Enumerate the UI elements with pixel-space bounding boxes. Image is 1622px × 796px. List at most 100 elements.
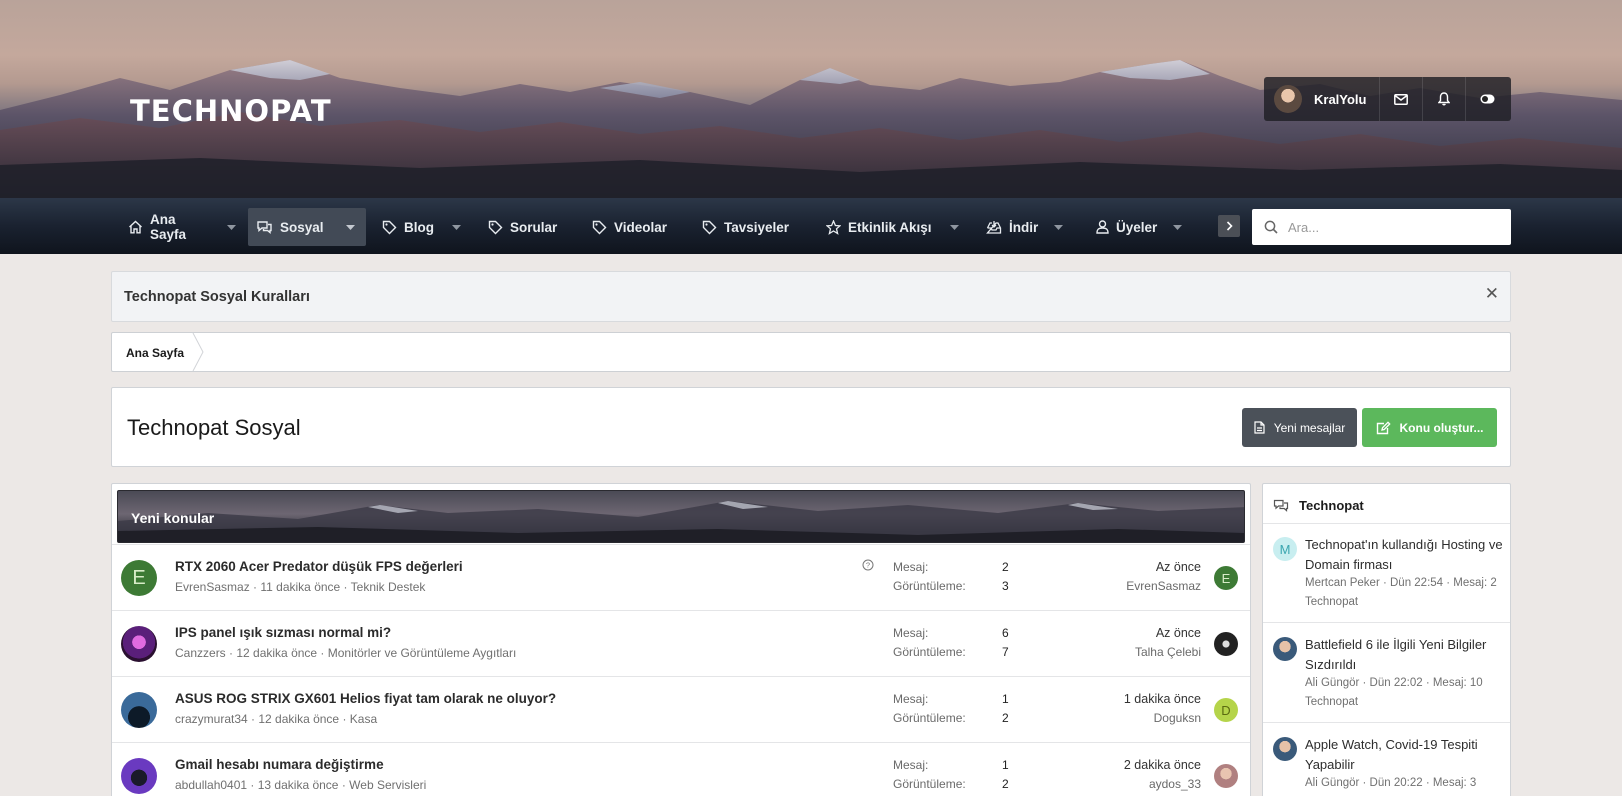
nav-label-members: Üyeler [1116, 219, 1158, 235]
avatar[interactable] [1273, 637, 1297, 661]
nav-item-members[interactable]: Üyeler [1088, 208, 1192, 246]
last-post-time[interactable]: Az önce [1156, 560, 1201, 574]
thread-forum[interactable]: Kasa [350, 712, 377, 726]
views-label: Görüntüleme: [893, 579, 966, 593]
avatar[interactable] [121, 692, 157, 728]
views-count: 3 [1002, 579, 1009, 593]
alerts-button[interactable] [1423, 77, 1466, 121]
thread-title[interactable]: ASUS ROG STRIX GX601 Helios fiyat tam ol… [175, 691, 556, 706]
sidebar-title[interactable]: Technopat [1299, 498, 1364, 513]
breadcrumb-home[interactable]: Ana Sayfa [126, 346, 184, 360]
sidebar-widget: Technopat M Technopat'ın kullandığı Host… [1262, 483, 1511, 796]
chevron-down-icon[interactable] [227, 224, 236, 230]
nav-item-recommendations[interactable]: Tavsiyeler [694, 208, 818, 246]
avatar[interactable]: E [121, 560, 157, 596]
thread-author[interactable]: EvrenSasmaz [175, 580, 250, 594]
create-thread-button[interactable]: Konu oluştur... [1362, 408, 1497, 447]
thread-forum[interactable]: Teknik Destek [351, 580, 426, 594]
theme-toggle-button[interactable] [1466, 77, 1509, 121]
last-post-time[interactable]: 1 dakika önce [1124, 692, 1201, 706]
thread-title[interactable]: RTX 2060 Acer Predator düşük FPS değerle… [175, 559, 463, 574]
thread-forum[interactable]: Web Servisleri [349, 778, 426, 792]
divider [1263, 523, 1510, 524]
page-title: Technopat Sosyal [127, 415, 301, 440]
nav-label-activity: Etkinlik Akışı [848, 219, 932, 235]
thread-age: 13 dakika önce [257, 778, 339, 792]
new-messages-label: Yeni mesajlar [1273, 420, 1346, 435]
chevron-right-icon [1226, 221, 1233, 231]
chevron-down-icon[interactable] [949, 224, 959, 230]
thread-forum[interactable]: Monitörler ve Görüntüleme Aygıtları [328, 646, 517, 660]
sidebar-thread-forum[interactable]: Technopat [1305, 696, 1358, 708]
sidebar-thread-forum[interactable]: Technopat [1305, 596, 1358, 608]
search-input[interactable] [1288, 219, 1488, 235]
account-menu[interactable]: KralYolu [1264, 77, 1380, 121]
edit-icon [1376, 420, 1391, 435]
avatar[interactable] [121, 758, 157, 794]
nav-item-downloads[interactable]: İndir [978, 208, 1084, 246]
nav-item-activity[interactable]: Etkinlik Akışı [818, 208, 978, 246]
notice-title[interactable]: Technopat Sosyal Kuralları [124, 289, 310, 305]
thread-author[interactable]: crazymurat34 [175, 712, 248, 726]
nav-item-questions[interactable]: Sorular [480, 208, 584, 246]
nav-item-home[interactable]: Ana Sayfa [120, 208, 244, 246]
last-post-user[interactable]: EvrenSasmaz [1126, 579, 1201, 593]
nav-scroll-right-button[interactable] [1218, 215, 1240, 237]
document-icon [1254, 421, 1265, 434]
nav-item-blog[interactable]: Blog [374, 208, 474, 246]
chevron-down-icon[interactable] [1173, 224, 1183, 230]
avatar[interactable] [121, 626, 157, 662]
block-title[interactable]: Yeni konular [131, 510, 214, 526]
chevron-down-icon[interactable] [1054, 224, 1064, 230]
nav-label-downloads: İndir [1009, 219, 1039, 235]
create-thread-label: Konu oluştur... [1399, 420, 1484, 435]
avatar[interactable] [1273, 737, 1297, 761]
thread-author[interactable]: abdullah0401 [175, 778, 247, 792]
views-count: 2 [1002, 777, 1009, 791]
nav-item-videos[interactable]: Videolar [584, 208, 694, 246]
avatar-letter: D [1221, 702, 1231, 718]
nav-label-recommendations: Tavsiyeler [724, 219, 790, 235]
table-row: E RTX 2060 Acer Predator düşük FPS değer… [112, 544, 1250, 610]
thread-title[interactable]: Gmail hesabı numara değiştirme [175, 757, 384, 772]
chevron-down-icon[interactable] [452, 224, 461, 230]
last-post-avatar[interactable] [1214, 632, 1238, 656]
thread-age: 12 dakika önce [258, 712, 340, 726]
last-post-avatar[interactable]: E [1214, 566, 1238, 590]
header-banner: TECHNOPAT KralYolu [0, 0, 1622, 198]
avatar-letter: E [1221, 570, 1231, 586]
last-post-user[interactable]: aydos_33 [1149, 777, 1201, 791]
thread-author[interactable]: Canzzers [175, 646, 226, 660]
new-messages-button[interactable]: Yeni mesajlar [1242, 408, 1357, 447]
inbox-button[interactable] [1380, 77, 1423, 121]
site-logo[interactable]: TECHNOPAT [130, 94, 332, 128]
avatar[interactable]: M [1273, 537, 1297, 561]
close-icon[interactable]: ✕ [1485, 284, 1499, 304]
thread-meta: abdullah0401 · 13 dakika önce · Web Serv… [175, 778, 427, 792]
last-post-time[interactable]: 2 dakika önce [1124, 758, 1201, 772]
nav-label-videos: Videolar [614, 219, 668, 235]
divider [1263, 722, 1510, 723]
inbox-download-icon [986, 220, 1002, 235]
nav-label-blog: Blog [404, 219, 434, 235]
thread-title[interactable]: IPS panel ışık sızması normal mi? [175, 625, 391, 640]
replies-label: Mesaj: [893, 626, 929, 640]
sidebar-thread-title[interactable]: Technopat'ın kullandığı Hosting ve Domai… [1305, 535, 1505, 575]
star-icon [826, 219, 841, 235]
new-threads-block: Yeni konular E RTX 2060 Acer Predator dü… [111, 483, 1251, 796]
last-post-user[interactable]: Doguksn [1154, 711, 1201, 725]
sidebar-thread-title[interactable]: Battlefield 6 ile İlgili Yeni Bilgiler S… [1305, 635, 1505, 675]
nav-item-social[interactable]: Sosyal [248, 208, 366, 246]
last-post-avatar[interactable]: D [1214, 698, 1238, 722]
last-post-avatar[interactable] [1214, 764, 1238, 788]
rules-notice: Technopat Sosyal Kuralları ✕ [111, 271, 1511, 322]
chat-icon [256, 220, 273, 234]
last-post-user[interactable]: Talha Çelebi [1135, 645, 1201, 659]
search-box[interactable] [1252, 209, 1511, 245]
sidebar-thread-title[interactable]: Apple Watch, Covid-19 Tespiti Yapabilir [1305, 735, 1505, 775]
user-icon [1096, 220, 1109, 234]
chevron-down-icon[interactable] [345, 224, 355, 230]
last-post-time[interactable]: Az önce [1156, 626, 1201, 640]
toggle-icon [1480, 94, 1494, 104]
sidebar-thread-meta: Mertcan Peker · Dün 22:54 · Mesaj: 2 [1305, 577, 1497, 589]
